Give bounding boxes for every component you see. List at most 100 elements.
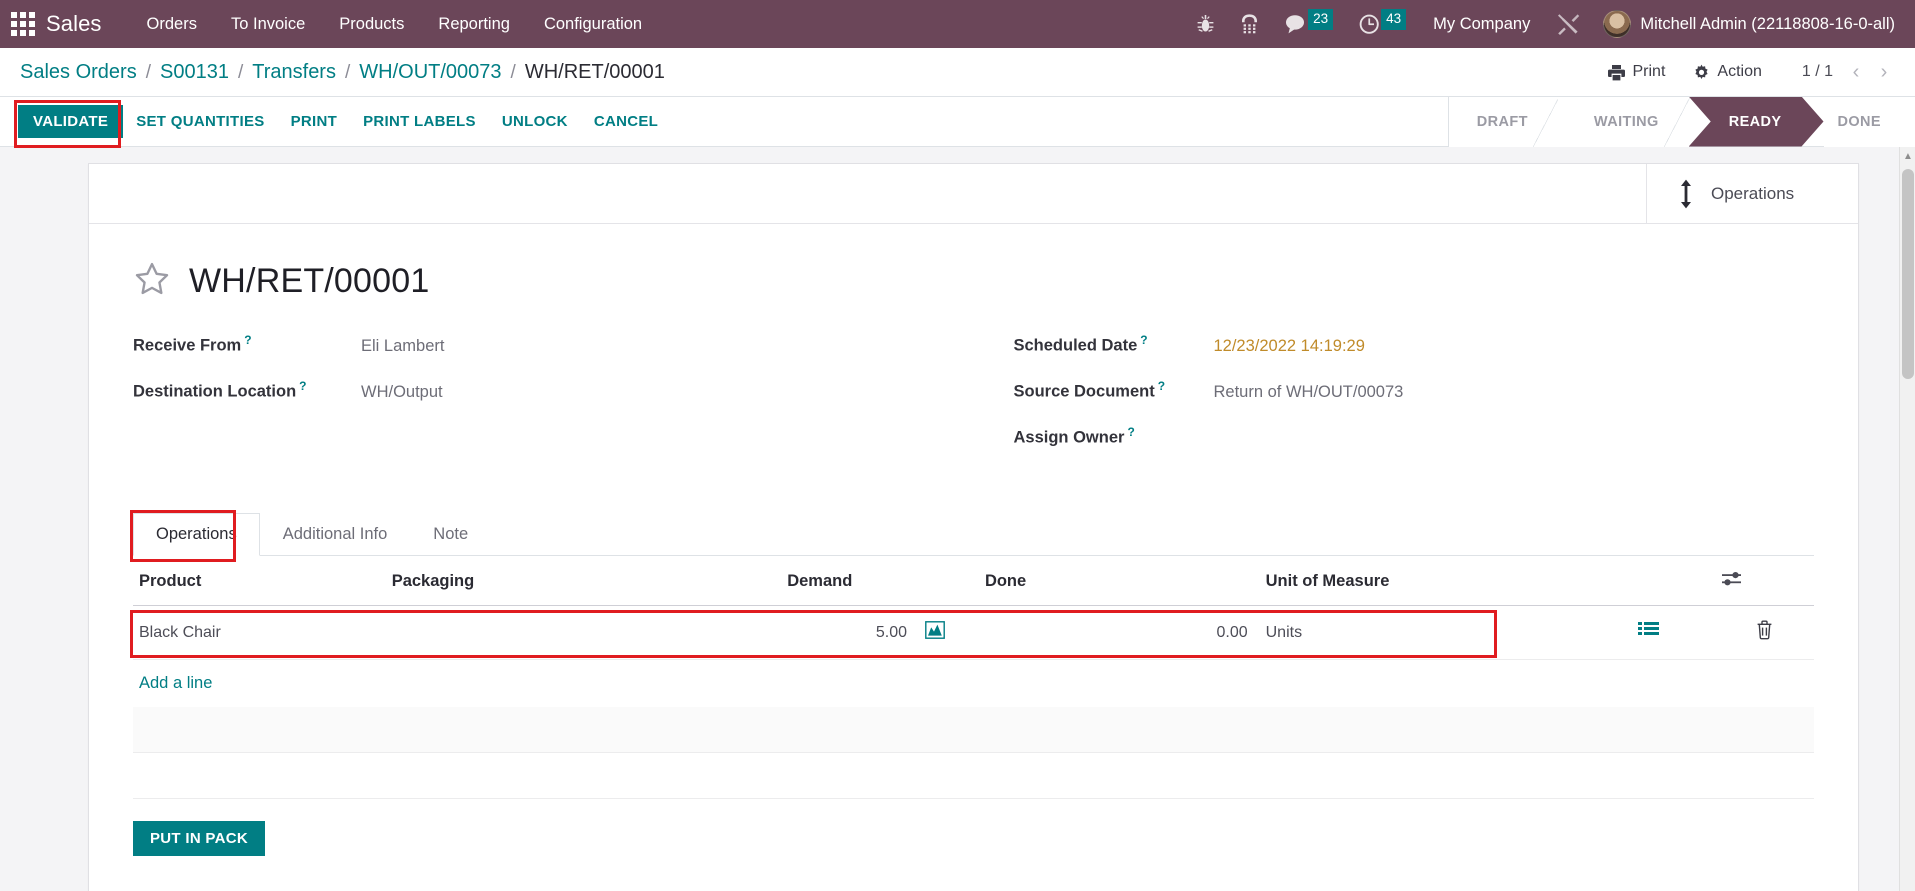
exchange-vertical-icon (1681, 179, 1691, 208)
trash-icon[interactable] (1756, 620, 1773, 640)
breadcrumb-item-transfers[interactable]: Transfers (252, 61, 336, 84)
status-step-ready[interactable]: READY (1689, 97, 1824, 147)
unlock-button[interactable]: UNLOCK (489, 105, 581, 138)
form-page-background: Operations WH/RET/00001 Receive From? El… (0, 147, 1915, 891)
column-header-spacer (913, 556, 979, 606)
smart-button-operations-label: Operations (1711, 183, 1795, 203)
avatar (1603, 10, 1632, 38)
activities-badge: 43 (1381, 9, 1407, 30)
menu-item-reporting[interactable]: Reporting (421, 0, 527, 48)
column-header-product: Product (133, 556, 386, 606)
column-header-packaging: Packaging (385, 556, 782, 606)
breadcrumb-item-wh-out-00073[interactable]: WH/OUT/00073 (359, 61, 501, 84)
validate-button[interactable]: VALIDATE (18, 105, 124, 138)
operations-table-body: Black Chair 5.00 0.00 Units (133, 605, 1814, 660)
messages-counter[interactable]: 23 (1272, 0, 1346, 48)
help-icon[interactable]: ? (244, 333, 251, 347)
scrollbar-thumb[interactable] (1902, 169, 1914, 379)
field-receive-from-label: Receive From? (133, 333, 252, 355)
cell-product[interactable]: Black Chair (133, 605, 386, 660)
form-fields: Receive From? Eli Lambert Destination Lo… (133, 333, 1814, 471)
print-button[interactable]: Print (1594, 55, 1679, 89)
help-icon[interactable]: ? (299, 379, 306, 393)
help-icon[interactable]: ? (1127, 425, 1134, 439)
chat-bubble-icon (1286, 15, 1305, 34)
print-button-label: Print (1632, 63, 1666, 80)
table-row[interactable]: Black Chair 5.00 0.00 Units (133, 605, 1814, 660)
bug-icon[interactable] (1184, 0, 1227, 48)
field-scheduled-date: Scheduled Date? 12/23/2022 14:19:29 (1014, 333, 1815, 359)
apps-grid-icon[interactable] (10, 11, 36, 37)
sliders-icon[interactable] (1721, 570, 1743, 588)
column-header-demand: Demand (781, 556, 914, 606)
tab-operations[interactable]: Operations (133, 513, 260, 556)
action-menu-label: Action (1717, 63, 1762, 80)
field-scheduled-date-label: Scheduled Date? (1013, 333, 1148, 355)
status-step-waiting[interactable]: WAITING (1557, 96, 1690, 147)
action-menu-button[interactable]: Action (1679, 55, 1775, 89)
control-panel: Sales Orders / S00131 / Transfers / WH/O… (0, 48, 1915, 97)
breadcrumb: Sales Orders / S00131 / Transfers / WH/O… (20, 61, 665, 84)
scroll-up-arrow-icon[interactable]: ▲ (1900, 147, 1915, 165)
tab-note[interactable]: Note (410, 513, 491, 556)
tools-icon[interactable] (1544, 0, 1593, 48)
help-icon[interactable]: ? (1140, 333, 1147, 347)
table-filler-row (133, 707, 1814, 753)
print-action-button[interactable]: PRINT (278, 105, 351, 138)
menu-item-to-invoice[interactable]: To Invoice (214, 0, 322, 48)
detailed-operations-icon[interactable] (1638, 621, 1660, 639)
smart-button-bar: Operations (89, 164, 1858, 224)
status-step-draft[interactable]: DRAFT (1447, 96, 1560, 147)
operations-table-head: Product Packaging Demand Done Unit of Me… (133, 556, 1814, 606)
chevron-left-icon[interactable]: ‹ (1843, 57, 1869, 87)
put-in-pack-button[interactable]: PUT IN PACK (133, 821, 266, 856)
breadcrumb-separator: / (510, 61, 516, 83)
cell-forecast (913, 605, 979, 660)
help-icon[interactable]: ? (1158, 379, 1165, 393)
page-scrollbar[interactable]: ▲ (1899, 147, 1915, 891)
breadcrumb-separator: / (344, 61, 351, 83)
smart-button-operations[interactable]: Operations (1646, 164, 1858, 223)
column-header-unit-of-measure: Unit of Measure (1253, 556, 1584, 606)
field-destination-location: Destination Location? WH/Output (133, 379, 934, 405)
chevron-right-icon[interactable]: › (1871, 57, 1897, 87)
form-column-left: Receive From? Eli Lambert Destination Lo… (133, 333, 934, 471)
cancel-button[interactable]: CANCEL (581, 105, 671, 138)
company-switcher[interactable]: My Company (1419, 0, 1544, 48)
add-a-line-button[interactable]: Add a line (133, 660, 218, 707)
field-source-document-label: Source Document? (1013, 379, 1166, 401)
cell-demand[interactable]: 5.00 (781, 605, 914, 660)
star-outline-icon[interactable] (133, 260, 171, 303)
table-header-row: Product Packaging Demand Done Unit of Me… (133, 556, 1814, 606)
cell-done[interactable]: 0.00 (978, 605, 1254, 660)
record-sheet: Operations WH/RET/00001 Receive From? El… (88, 163, 1859, 891)
set-quantities-button[interactable]: SET QUANTITIES (123, 105, 277, 138)
breadcrumb-item-s00131[interactable]: S00131 (160, 61, 229, 84)
user-menu[interactable]: Mitchell Admin (22118808-16-0-all) (1593, 0, 1901, 48)
print-labels-button[interactable]: PRINT LABELS (350, 105, 489, 138)
cell-packaging[interactable] (385, 605, 782, 660)
field-assign-owner-label: Assign Owner? (1013, 425, 1135, 447)
dialpad-icon[interactable] (1227, 0, 1272, 48)
forecast-chart-icon[interactable] (925, 621, 945, 639)
cell-unit-of-measure[interactable]: Units (1253, 605, 1584, 660)
menu-item-products[interactable]: Products (322, 0, 421, 48)
activities-counter[interactable]: 43 (1346, 0, 1419, 48)
field-scheduled-date-value[interactable]: 12/23/2022 14:19:29 (1214, 337, 1365, 356)
tab-additional-info[interactable]: Additional Info (260, 513, 411, 556)
pager-value: 1 / 1 (1801, 63, 1833, 80)
breadcrumb-row: Sales Orders / S00131 / Transfers / WH/O… (0, 48, 1915, 96)
breadcrumb-item-sales-orders[interactable]: Sales Orders (20, 61, 137, 84)
menu-item-configuration[interactable]: Configuration (527, 0, 659, 48)
user-menu-label: Mitchell Admin (22118808-16-0-all) (1640, 14, 1895, 33)
record-title-row: WH/RET/00001 (133, 260, 1814, 303)
optional-columns-toggle[interactable] (1715, 556, 1814, 606)
field-receive-from-value[interactable]: Eli Lambert (361, 337, 444, 356)
app-brand-sales[interactable]: Sales (46, 11, 102, 37)
put-in-pack-row: PUT IN PACK (133, 799, 1814, 856)
field-destination-location-value[interactable]: WH/Output (361, 383, 443, 402)
breadcrumb-separator: / (237, 61, 244, 83)
status-step-done[interactable]: DONE (1823, 96, 1915, 147)
field-source-document-value[interactable]: Return of WH/OUT/00073 (1214, 383, 1404, 402)
menu-item-orders[interactable]: Orders (130, 0, 214, 48)
